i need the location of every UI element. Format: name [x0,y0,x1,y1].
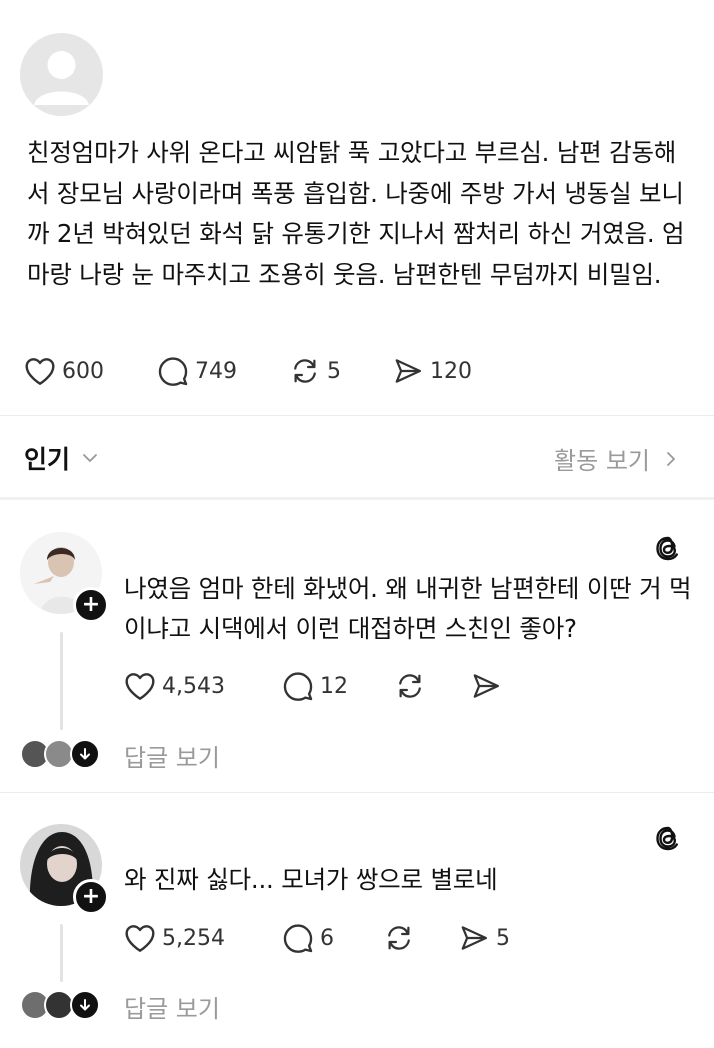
plus-icon: + [81,592,101,617]
comment-share-count: 5 [496,925,510,951]
comment-body: 나였음 엄마 한테 화냈어. 왜 내귀한 남편한테 이딴 거 먹이냐고 시댁에서… [124,574,692,643]
post-like-button[interactable]: 600 [24,356,104,386]
expand-replies-icon[interactable] [70,990,100,1020]
post-comment-count: 749 [195,358,237,384]
plus-icon: + [81,884,101,909]
comment-reply-button[interactable]: 6 [282,923,334,953]
default-avatar-icon [34,51,89,105]
heart-icon [25,358,55,385]
post-share-count: 120 [430,358,472,384]
post-repost-button[interactable]: 5 [289,356,341,386]
comment-like-count: 5,254 [162,925,225,951]
comment-like-button[interactable]: 5,254 [124,923,225,953]
thread-line [60,632,63,730]
threads-logo-icon [652,822,684,854]
expand-replies-icon[interactable] [70,739,100,769]
post-share-button[interactable]: 120 [392,356,472,386]
comment-reply-count: 12 [320,673,348,699]
view-activity-label: 활동 보기 [554,447,650,475]
post-body: 친정엄마가 사위 온다고 씨암탉 푹 고았다고 부르심. 남편 감동해서 장모님… [27,138,685,289]
comment-reply-button[interactable]: 12 [282,671,348,701]
comment-share-button[interactable] [470,671,502,701]
view-replies-link[interactable]: 답글 보기 [124,738,220,773]
sort-dropdown[interactable]: 인기 [24,440,100,476]
heart-icon [125,673,155,700]
comment-bubble-icon [283,672,313,701]
post-repost-count: 5 [327,358,341,384]
repost-icon [294,359,316,383]
comment-like-count: 4,543 [162,673,225,699]
comment-bubble-icon [283,924,313,953]
sort-label: 인기 [24,445,71,474]
comment-bubble-icon [158,357,188,386]
follow-button[interactable]: + [73,879,109,915]
comment-body: 와 진짜 싫다... 모녀가 쌍으로 별로네 [124,865,498,894]
post-comment-button[interactable]: 749 [157,356,237,386]
comment-reply-count: 6 [320,925,334,951]
chevron-right-icon [667,451,675,466]
post-like-count: 600 [62,358,104,384]
send-icon [461,926,487,950]
comment-repost-button[interactable] [394,671,426,701]
post-author-avatar[interactable] [20,33,103,116]
comment-share-button[interactable]: 5 [458,923,510,953]
thread-line [60,924,63,982]
divider [0,792,714,793]
repost-icon [399,674,421,698]
section-divider [0,497,714,500]
threads-logo-icon [652,532,684,564]
follow-button[interactable]: + [73,587,109,623]
comment-repost-button[interactable] [383,923,415,953]
repost-icon [388,926,410,950]
comment-like-button[interactable]: 4,543 [124,671,225,701]
view-replies-link[interactable]: 답글 보기 [124,989,220,1024]
view-activity-link[interactable]: 활동 보기 [554,441,680,476]
send-icon [395,359,421,383]
chevron-down-icon [83,454,97,462]
send-icon [473,674,499,698]
divider [0,415,714,416]
heart-icon [125,925,155,952]
